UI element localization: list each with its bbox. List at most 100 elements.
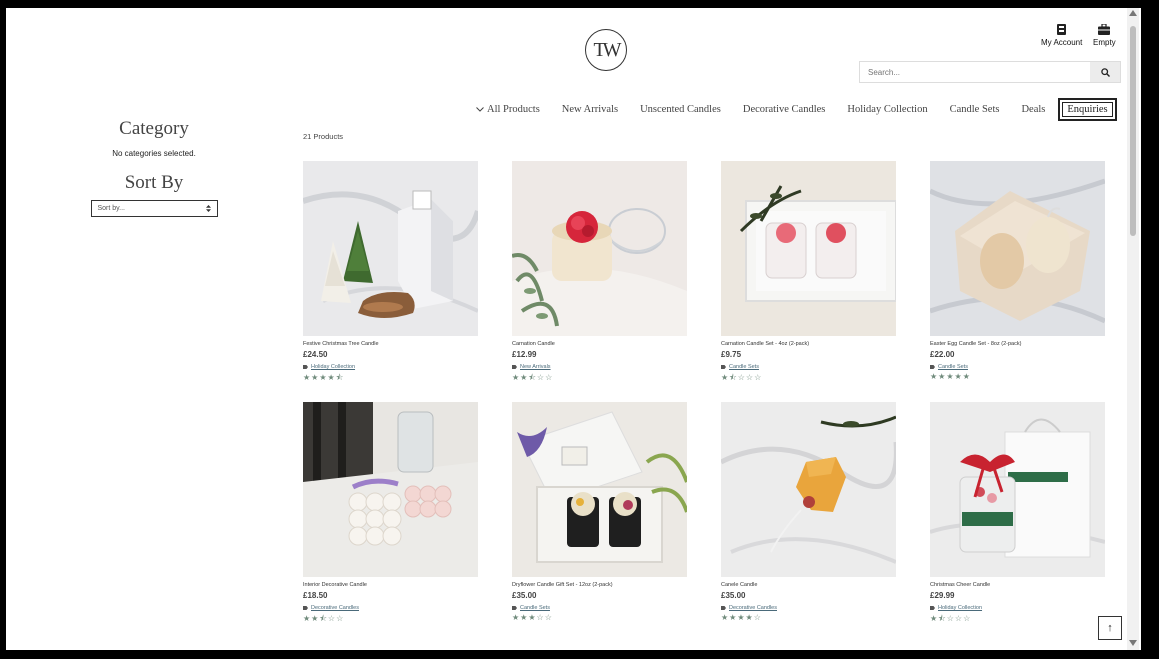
product-category-link[interactable]: Holiday Collection (303, 364, 478, 370)
product-image[interactable] (512, 161, 687, 336)
nav-unscented-candles[interactable]: Unscented Candles (629, 104, 732, 115)
nav-new-arrivals[interactable]: New Arrivals (551, 104, 629, 115)
product-category-link[interactable]: Candle Sets (930, 364, 1105, 370)
tag-icon (721, 606, 726, 610)
nav-all-products[interactable]: All Products (476, 104, 551, 115)
product-name[interactable]: Interior Decorative Candle (303, 582, 478, 588)
product-image[interactable] (721, 161, 896, 336)
sort-selected-value: Sort by... (97, 205, 126, 212)
product-category-link[interactable]: Decorative Candles (721, 605, 896, 611)
product-image[interactable] (303, 161, 478, 336)
scroll-up-arrow-icon[interactable] (1129, 10, 1137, 16)
product-card[interactable]: Easter Egg Candle Set - 8oz (2-pack) £22… (930, 161, 1105, 386)
product-card[interactable]: Carnation Candle £12.99 New Arrivals ★★⯪… (512, 161, 687, 386)
tag-icon (930, 365, 935, 369)
search-input[interactable] (860, 62, 1090, 82)
product-card[interactable]: Canele Candle £35.00 Decorative Candles … (721, 402, 896, 627)
filter-sidebar: Category No categories selected. Sort By… (84, 118, 224, 217)
product-price: £22.00 (930, 350, 955, 359)
nav-candle-sets[interactable]: Candle Sets (939, 104, 1011, 115)
product-card[interactable]: Carnation Candle Set - 4oz (2-pack) £9.7… (721, 161, 896, 386)
category-label: New Arrivals (520, 364, 551, 370)
product-category-link[interactable]: Candle Sets (512, 605, 687, 611)
nav-decorative-candles[interactable]: Decorative Candles (732, 104, 837, 115)
back-to-top-button[interactable]: ↑ (1098, 616, 1122, 640)
category-label: Decorative Candles (729, 605, 777, 611)
product-price: £12.99 (512, 350, 537, 359)
product-rating: ★★★☆☆ (512, 613, 553, 622)
product-image[interactable] (512, 402, 687, 577)
product-category-link[interactable]: Decorative Candles (303, 605, 478, 611)
category-label: Candle Sets (520, 605, 550, 611)
product-price: £35.00 (721, 591, 746, 600)
product-price: £18.50 (303, 591, 328, 600)
nav-label: All Products (487, 104, 540, 115)
tag-icon (303, 365, 308, 369)
product-card[interactable]: Christmas Cheer Candle £29.99 Holiday Co… (930, 402, 1105, 627)
select-arrows-icon (205, 205, 211, 212)
category-label: Decorative Candles (311, 605, 359, 611)
product-name[interactable]: Dryflower Candle Gift Set - 12oz (2-pack… (512, 582, 687, 588)
category-label: Holiday Collection (938, 605, 983, 611)
scrollbar-thumb[interactable] (1130, 26, 1136, 236)
product-rating: ★★⯪☆☆ (512, 373, 554, 382)
tag-icon (930, 606, 935, 610)
search-button[interactable] (1090, 62, 1120, 82)
product-rating: ★★★★⯪ (303, 373, 345, 382)
product-image[interactable] (930, 402, 1105, 577)
product-rating: ★★★★☆ (721, 613, 762, 622)
product-category-link[interactable]: Holiday Collection (930, 605, 1105, 611)
cart-link[interactable]: Empty (1093, 24, 1116, 47)
category-label: Candle Sets (938, 364, 968, 370)
product-category-link[interactable]: New Arrivals (512, 364, 687, 370)
product-name[interactable]: Canele Candle (721, 582, 896, 588)
sort-select[interactable]: Sort by... (90, 200, 218, 217)
product-rating: ★★★★★ (930, 372, 971, 381)
product-name[interactable]: Carnation Candle (512, 341, 687, 347)
product-rating: ★⯪☆☆☆ (721, 373, 763, 382)
product-price: £24.50 (303, 350, 328, 359)
cart-label: Empty (1093, 38, 1116, 47)
category-label: Candle Sets (729, 364, 759, 370)
product-price: £35.00 (512, 591, 537, 600)
my-account-link[interactable]: My Account (1041, 24, 1082, 47)
category-label: Holiday Collection (311, 364, 356, 370)
product-count: 21 Products (303, 132, 344, 141)
category-empty-text: No categories selected. (112, 149, 196, 158)
account-icon (1057, 24, 1067, 35)
product-rating: ★★⯪☆☆ (303, 614, 345, 623)
scroll-down-arrow-icon[interactable] (1129, 640, 1137, 646)
enquiries-button[interactable]: Enquiries (1058, 98, 1117, 121)
product-rating: ★⯪☆☆☆ (930, 614, 972, 623)
logo-text: TW (593, 38, 621, 61)
category-heading: Category (119, 118, 189, 139)
product-image[interactable] (930, 161, 1105, 336)
product-image[interactable] (303, 402, 478, 577)
product-grid: Festive Christmas Tree Candle £24.50 Hol… (303, 161, 1105, 627)
briefcase-icon (1098, 24, 1111, 35)
main-navigation: All Products New Arrivals Unscented Cand… (476, 98, 1117, 121)
page-scrollbar[interactable] (1127, 8, 1139, 650)
product-image[interactable] (721, 402, 896, 577)
product-price: £9.75 (721, 350, 742, 359)
product-price: £29.99 (930, 591, 955, 600)
tag-icon (303, 606, 308, 610)
product-name[interactable]: Carnation Candle Set - 4oz (2-pack) (721, 341, 896, 347)
product-name[interactable]: Easter Egg Candle Set - 8oz (2-pack) (930, 341, 1105, 347)
product-name[interactable]: Christmas Cheer Candle (930, 582, 1105, 588)
nav-deals[interactable]: Deals (1010, 104, 1056, 115)
account-label: My Account (1041, 38, 1083, 47)
nav-holiday-collection[interactable]: Holiday Collection (836, 104, 938, 115)
search-bar (859, 61, 1121, 83)
product-category-link[interactable]: Candle Sets (721, 364, 896, 370)
tag-icon (721, 365, 726, 369)
tag-icon (512, 365, 517, 369)
brand-logo[interactable]: TW (585, 29, 627, 71)
product-card[interactable]: Interior Decorative Candle £18.50 Decora… (303, 402, 478, 627)
browser-viewport: TW My Account Empty All Products New Arr… (6, 8, 1141, 650)
product-name[interactable]: Festive Christmas Tree Candle (303, 341, 478, 347)
product-card[interactable]: Festive Christmas Tree Candle £24.50 Hol… (303, 161, 478, 386)
tag-icon (512, 606, 517, 610)
search-icon (1100, 67, 1110, 77)
product-card[interactable]: Dryflower Candle Gift Set - 12oz (2-pack… (512, 402, 687, 627)
